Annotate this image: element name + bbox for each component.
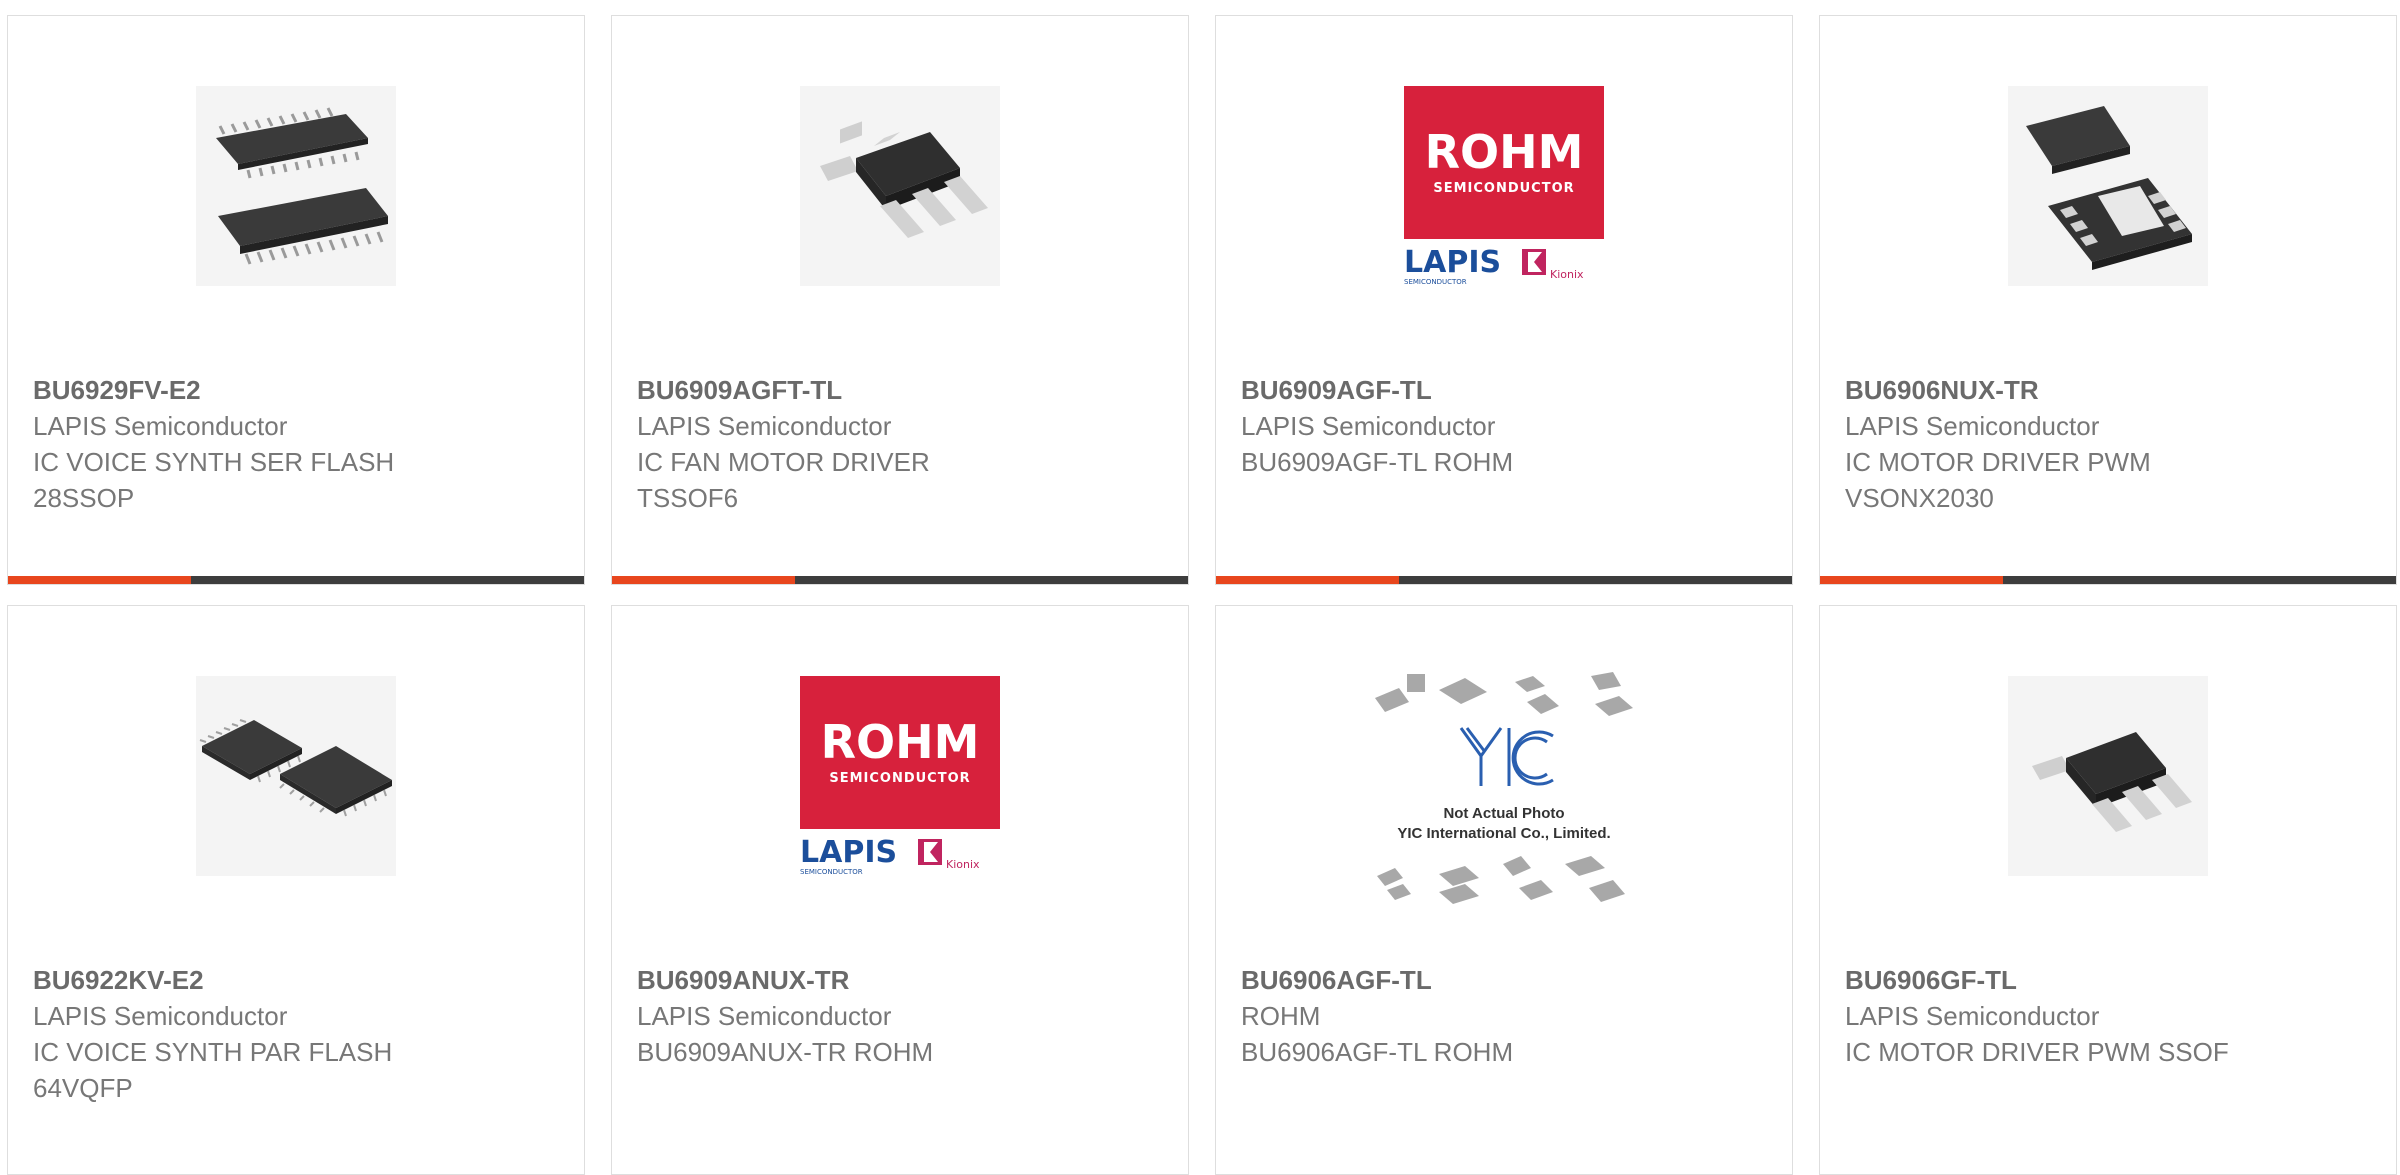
- svg-text:LAPIS: LAPIS: [1404, 245, 1501, 280]
- svg-text:Not Actual Photo: Not Actual Photo: [1443, 805, 1564, 822]
- product-image[interactable]: ROHM SEMICONDUCTOR LAPIS SEMICONDUCTOR K…: [612, 676, 1188, 896]
- product-image[interactable]: [8, 676, 584, 896]
- description: BU6909AGF-TL ROHM: [1241, 447, 1514, 477]
- card-accent: [1216, 576, 1399, 584]
- description: BU6906AGF-TL ROHM: [1241, 1037, 1514, 1067]
- description: IC VOICE SYNTH PAR FLASH: [33, 1037, 393, 1067]
- product-card[interactable]: BU6906NUX-TR LAPIS Semiconductor IC MOTO…: [1819, 15, 2397, 585]
- sot-chip-image: [2008, 676, 2208, 876]
- product-info: BU6909AGFT-TL LAPIS Semiconductor IC FAN…: [637, 372, 930, 516]
- card-accent: [1820, 576, 2003, 584]
- description: BU6909ANUX-TR ROHM: [637, 1037, 934, 1067]
- svg-text:ROHM: ROHM: [821, 715, 980, 769]
- card-bottom-bar: [1216, 576, 1792, 584]
- product-card[interactable]: BU6922KV-E2 LAPIS Semiconductor IC VOICE…: [7, 605, 585, 1175]
- description: IC FAN MOTOR DRIVER: [637, 447, 930, 477]
- product-info: BU6909AGF-TL LAPIS Semiconductor BU6909A…: [1241, 372, 1513, 480]
- part-number[interactable]: BU6909AGFT-TL: [637, 372, 930, 408]
- description: IC MOTOR DRIVER PWM: [1845, 447, 2151, 477]
- part-number[interactable]: BU6909ANUX-TR: [637, 962, 933, 998]
- manufacturer: LAPIS Semiconductor: [1845, 411, 2100, 441]
- manufacturer: LAPIS Semiconductor: [637, 1001, 892, 1031]
- description-package: VSONX2030: [1845, 483, 1994, 513]
- part-number[interactable]: BU6906NUX-TR: [1845, 372, 2151, 408]
- ssop-chip-image: [196, 86, 396, 286]
- part-number[interactable]: BU6922KV-E2: [33, 962, 392, 998]
- description-package: TSSOF6: [637, 483, 739, 513]
- card-accent: [8, 576, 191, 584]
- card-bottom-bar: [1820, 576, 2396, 584]
- manufacturer: LAPIS Semiconductor: [637, 411, 892, 441]
- product-image[interactable]: ROHM SEMICONDUCTOR LAPIS SEMICONDUCTOR K…: [1216, 86, 1792, 306]
- product-info: BU6929FV-E2 LAPIS Semiconductor IC VOICE…: [33, 372, 394, 516]
- product-info: BU6906GF-TL LAPIS Semiconductor IC MOTOR…: [1845, 962, 2229, 1070]
- product-card[interactable]: ROHM SEMICONDUCTOR LAPIS SEMICONDUCTOR K…: [611, 605, 1189, 1175]
- svg-text:ROHM: ROHM: [1425, 125, 1584, 179]
- manufacturer: LAPIS Semiconductor: [33, 411, 288, 441]
- product-info: BU6906NUX-TR LAPIS Semiconductor IC MOTO…: [1845, 372, 2151, 516]
- part-number[interactable]: BU6906GF-TL: [1845, 962, 2229, 998]
- description-package: 64VQFP: [33, 1073, 133, 1103]
- placeholder-image: Not Actual Photo YIC International Co., …: [1375, 672, 1633, 904]
- product-grid: BU6929FV-E2 LAPIS Semiconductor IC VOICE…: [0, 0, 2400, 1175]
- product-card[interactable]: BU6909AGFT-TL LAPIS Semiconductor IC FAN…: [611, 15, 1189, 585]
- product-card[interactable]: BU6929FV-E2 LAPIS Semiconductor IC VOICE…: [7, 15, 585, 585]
- manufacturer: LAPIS Semiconductor: [1845, 1001, 2100, 1031]
- product-card[interactable]: BU6906GF-TL LAPIS Semiconductor IC MOTOR…: [1819, 605, 2397, 1175]
- manufacturer: LAPIS Semiconductor: [33, 1001, 288, 1031]
- sot-chip-image: [800, 86, 1000, 286]
- product-image[interactable]: [1820, 86, 2396, 306]
- card-accent: [612, 576, 795, 584]
- product-info: BU6909ANUX-TR LAPIS Semiconductor BU6909…: [637, 962, 933, 1070]
- product-info: BU6906AGF-TL ROHM BU6906AGF-TL ROHM: [1241, 962, 1513, 1070]
- part-number[interactable]: BU6929FV-E2: [33, 372, 394, 408]
- svg-text:SEMICONDUCTOR: SEMICONDUCTOR: [1433, 181, 1574, 196]
- description: IC MOTOR DRIVER PWM SSOF: [1845, 1037, 2229, 1067]
- description: IC VOICE SYNTH SER FLASH: [33, 447, 395, 477]
- rohm-logo-image: ROHM SEMICONDUCTOR LAPIS SEMICONDUCTOR K…: [1404, 86, 1604, 286]
- svg-text:Kionix: Kionix: [1550, 268, 1584, 281]
- part-number[interactable]: BU6906AGF-TL: [1241, 962, 1513, 998]
- description-package: 28SSOP: [33, 483, 135, 513]
- card-bottom-bar: [8, 576, 584, 584]
- product-card[interactable]: Not Actual Photo YIC International Co., …: [1215, 605, 1793, 1175]
- manufacturer: ROHM: [1241, 1001, 1321, 1031]
- qfp-chip-image: [196, 676, 396, 876]
- product-image[interactable]: [612, 86, 1188, 306]
- svg-text:SEMICONDUCTOR: SEMICONDUCTOR: [1404, 278, 1467, 286]
- product-image[interactable]: [8, 86, 584, 306]
- product-image[interactable]: [1820, 676, 2396, 896]
- rohm-logo-image: ROHM SEMICONDUCTOR LAPIS SEMICONDUCTOR K…: [800, 676, 1000, 876]
- card-bottom-bar: [612, 576, 1188, 584]
- son-chip-image: [2008, 86, 2208, 286]
- product-image[interactable]: Not Actual Photo YIC International Co., …: [1216, 668, 1792, 904]
- part-number[interactable]: BU6909AGF-TL: [1241, 372, 1513, 408]
- svg-text:SEMICONDUCTOR: SEMICONDUCTOR: [829, 771, 970, 786]
- manufacturer: LAPIS Semiconductor: [1241, 411, 1496, 441]
- svg-text:LAPIS: LAPIS: [800, 835, 897, 870]
- svg-text:SEMICONDUCTOR: SEMICONDUCTOR: [800, 868, 863, 876]
- svg-text:YIC International Co., Limited: YIC International Co., Limited.: [1397, 825, 1610, 842]
- product-card[interactable]: ROHM SEMICONDUCTOR LAPIS SEMICONDUCTOR K…: [1215, 15, 1793, 585]
- product-info: BU6922KV-E2 LAPIS Semiconductor IC VOICE…: [33, 962, 392, 1106]
- svg-text:Kionix: Kionix: [946, 858, 980, 871]
